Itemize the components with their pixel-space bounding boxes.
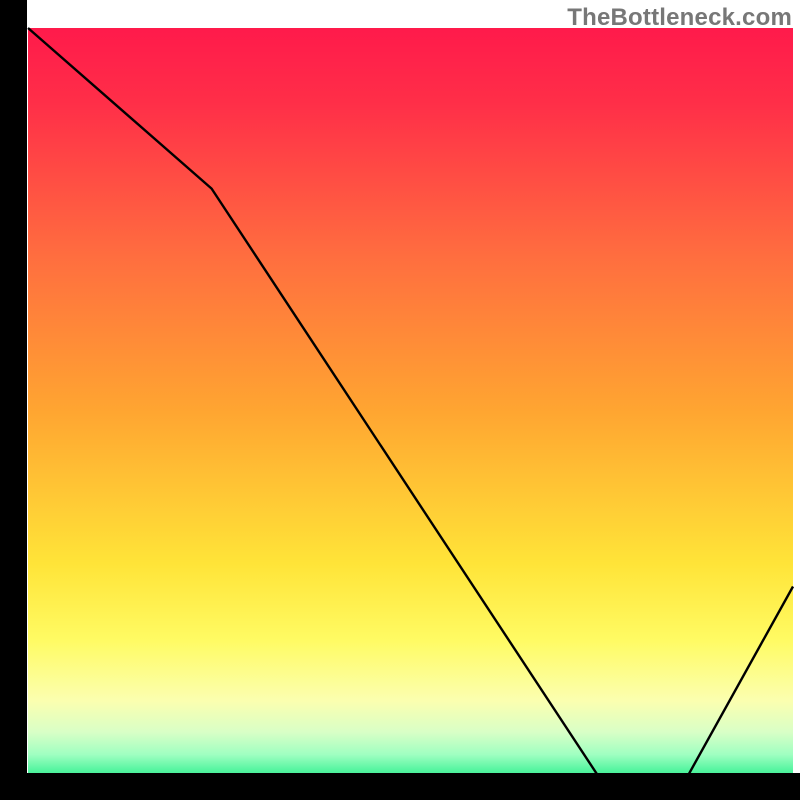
- chart-canvas: TheBottleneck.com: [0, 0, 800, 800]
- plot-background: [28, 28, 793, 793]
- watermark-text: TheBottleneck.com: [567, 4, 792, 32]
- chart-svg: [0, 0, 800, 800]
